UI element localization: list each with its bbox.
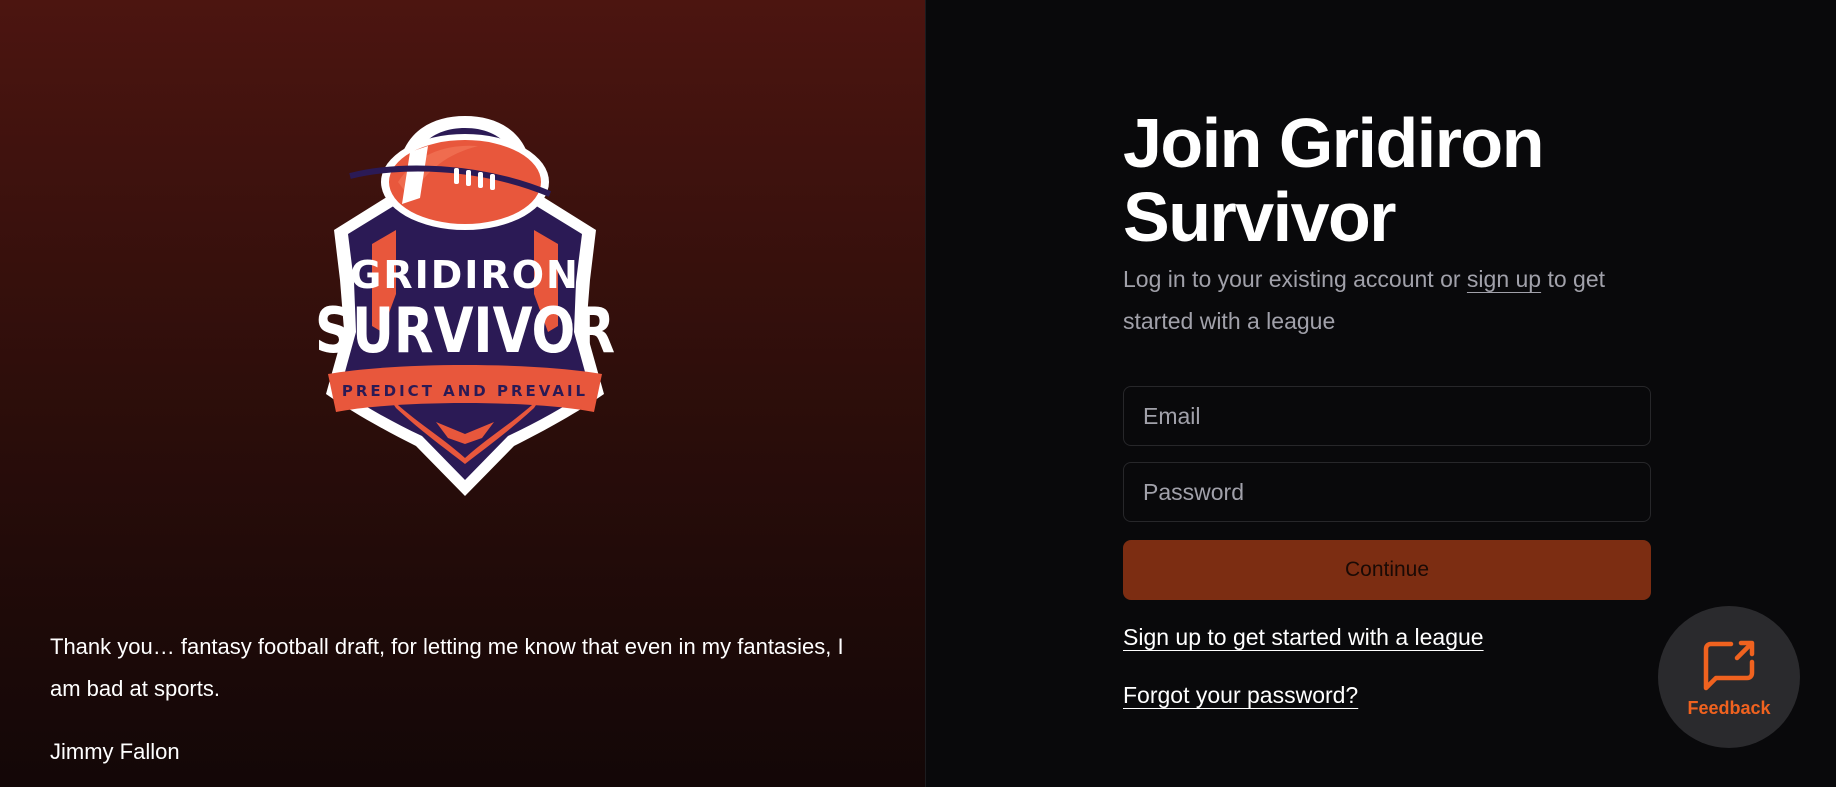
gridiron-survivor-logo: GRIDIRON SURVIVOR PREDICT AND PREVAIL [278,112,652,504]
password-field[interactable] [1123,462,1651,522]
forgot-password-link[interactable]: Forgot your password? [1123,680,1358,710]
subtitle-text-before: Log in to your existing account or [1123,266,1467,292]
feedback-label: Feedback [1687,697,1771,718]
message-arrow-icon [1703,640,1755,690]
feedback-button[interactable]: Feedback [1658,606,1800,748]
logo-line2: SURVIVOR [315,294,615,367]
sign-up-link[interactable]: Sign up to get started with a league [1123,622,1484,652]
logo-tagline: PREDICT AND PREVAIL [342,382,588,400]
email-field[interactable] [1123,386,1651,446]
quote-author: Jimmy Fallon [50,739,180,764]
quote-text: Thank you… fantasy football draft, for l… [50,634,844,701]
page-title: Join Gridiron Survivor [1123,104,1544,256]
login-form: Join Gridiron Survivor Log in to your ex… [1123,106,1651,714]
signup-link-row: Sign up to get started with a league [1123,622,1651,656]
page-subtitle: Log in to your existing account or sign … [1123,258,1651,342]
brand-panel: GRIDIRON SURVIVOR PREDICT AND PREVAIL Th… [0,0,926,787]
logo-line1: GRIDIRON [350,253,580,297]
continue-button[interactable]: Continue [1123,540,1651,600]
login-page: GRIDIRON SURVIVOR PREDICT AND PREVAIL Th… [0,0,1836,787]
forgot-link-row: Forgot your password? [1123,680,1651,714]
sign-up-inline-link[interactable]: sign up [1467,266,1541,292]
